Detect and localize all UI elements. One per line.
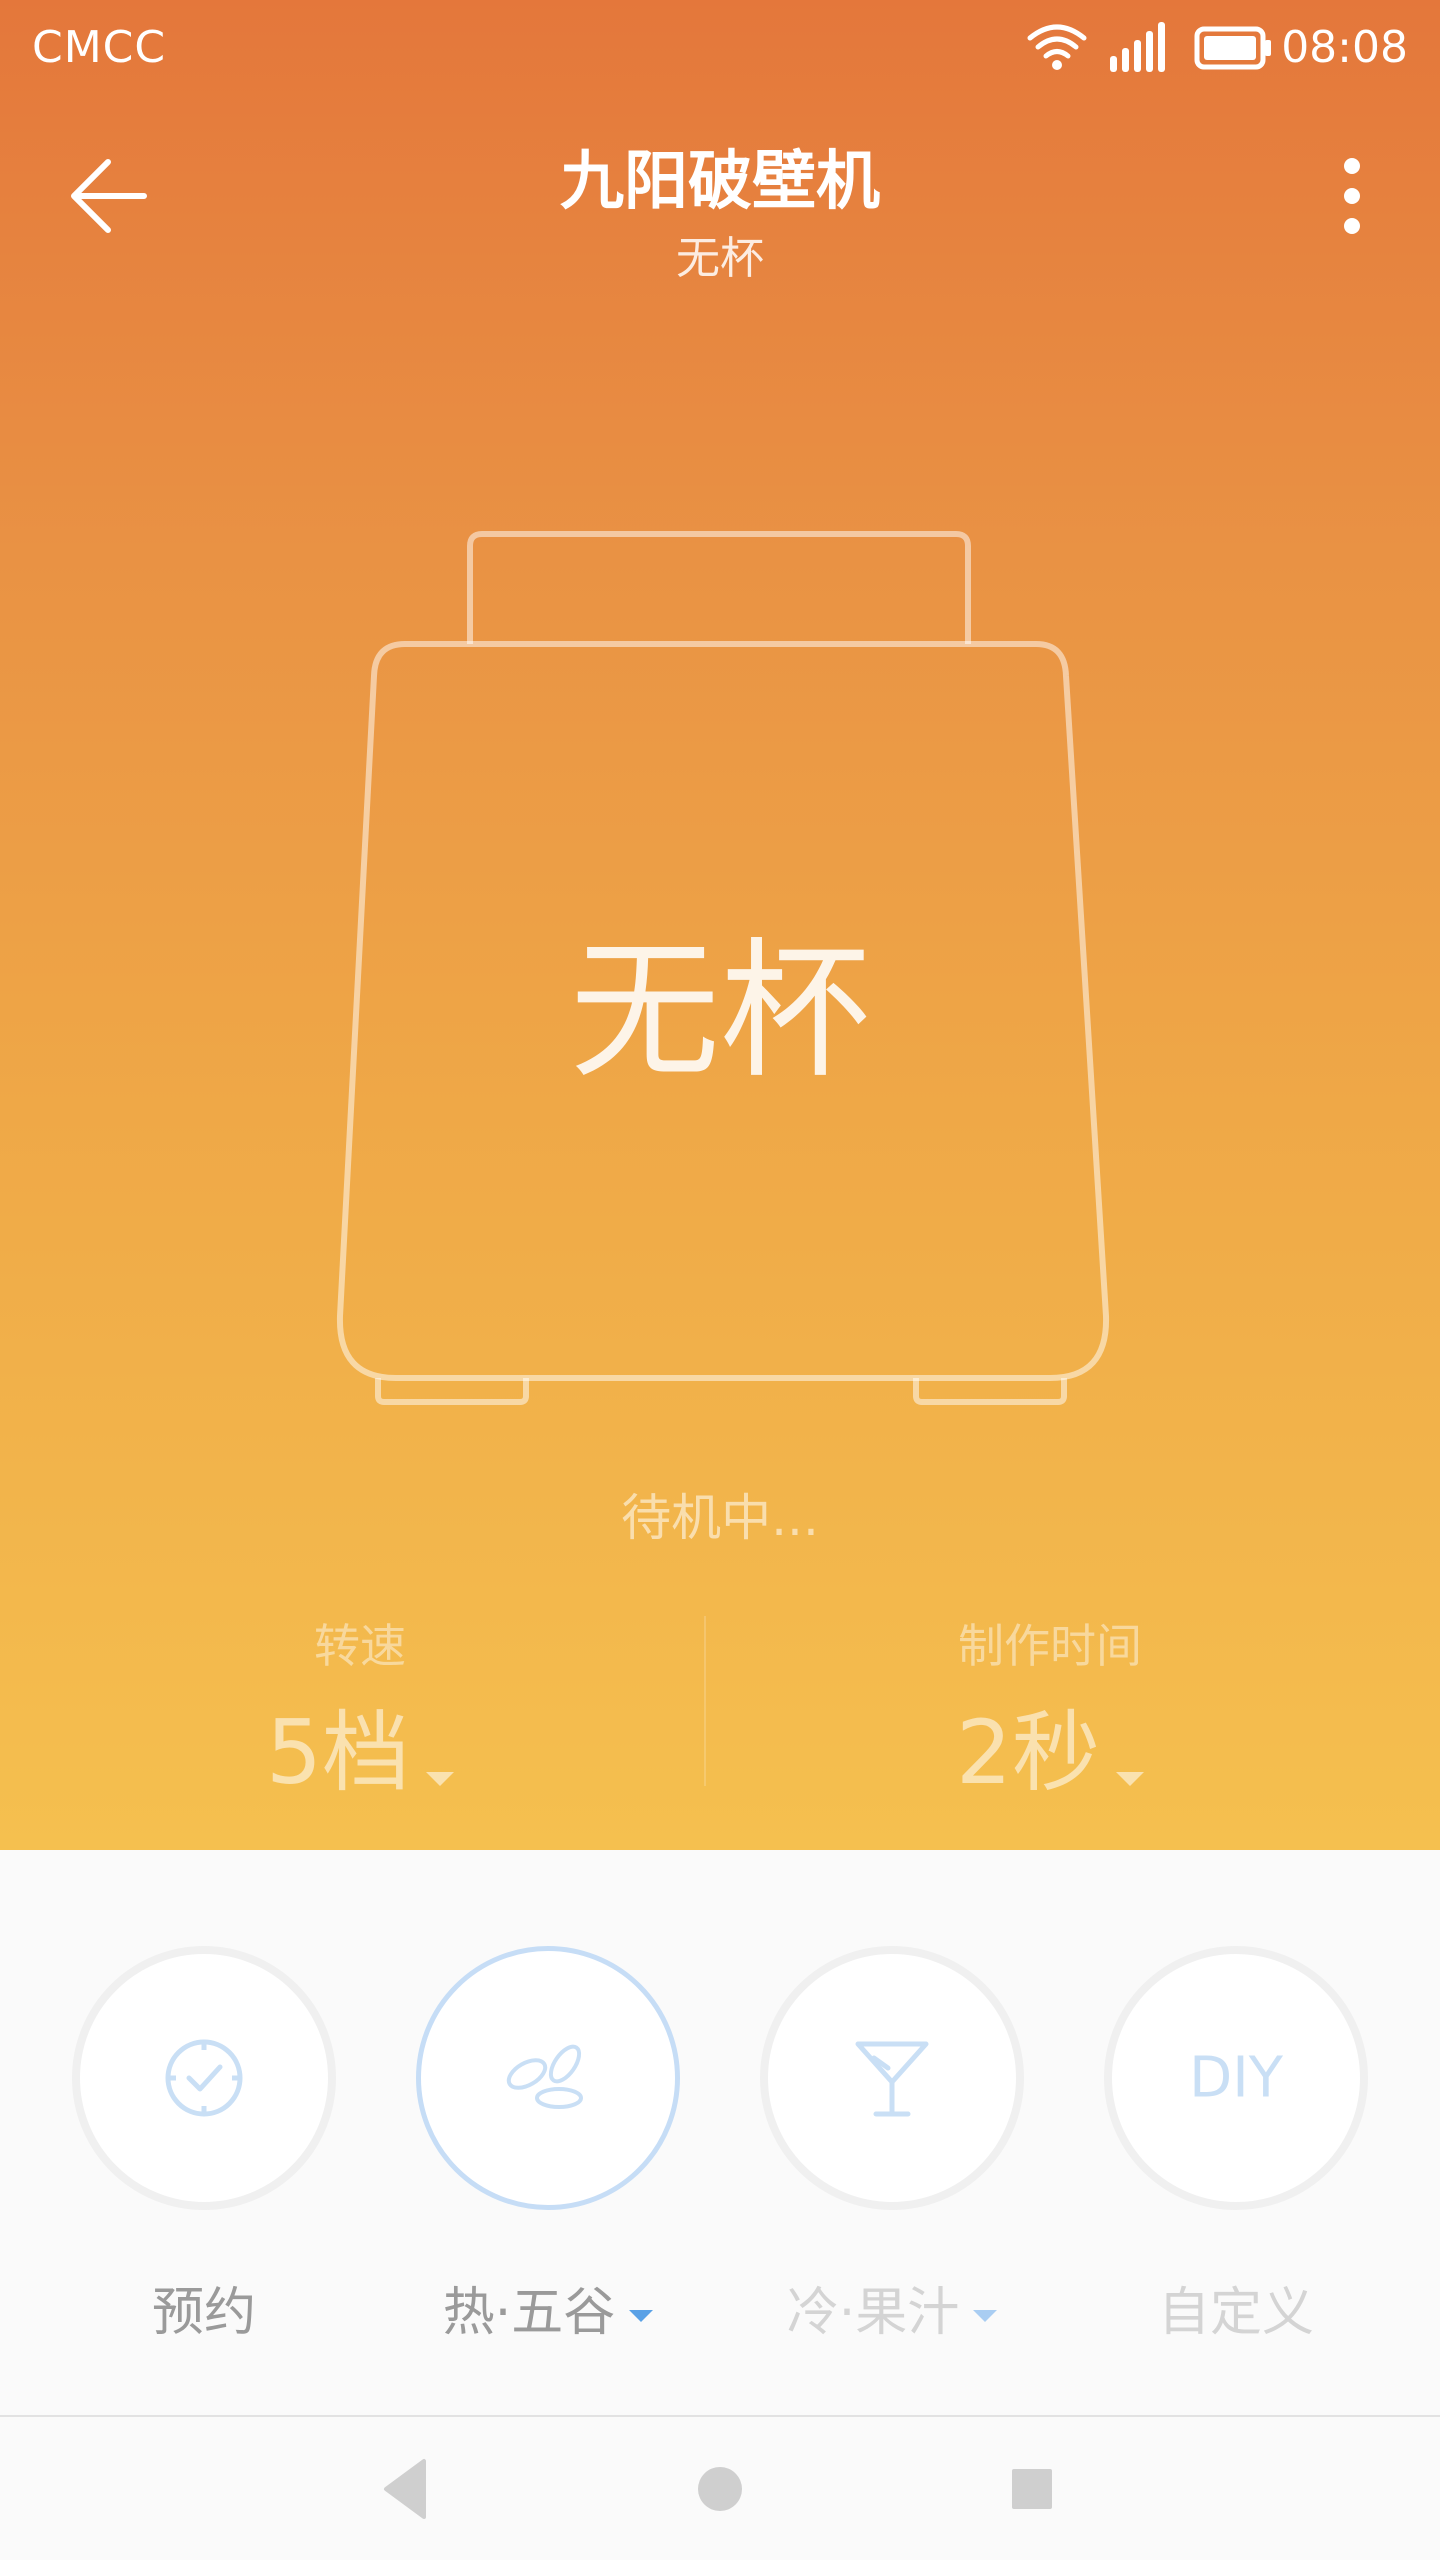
nav-home-button[interactable]	[684, 2453, 756, 2525]
carrier-label: CMCC	[32, 22, 167, 73]
square-recents-icon	[1012, 2469, 1052, 2509]
mode-panel: 预约 热·五谷 冷·果汁 DIY 自定义	[0, 1850, 1440, 2415]
dropdown-caret-icon	[629, 2310, 654, 2322]
dropdown-caret-icon	[973, 2310, 998, 2322]
mode-hot-grain-label: 热·五谷	[398, 2270, 698, 2345]
clock-label: 08:08	[1281, 22, 1408, 73]
time-value: 2秒	[956, 1701, 1100, 1804]
mode-cold-juice-circle[interactable]	[760, 1946, 1024, 2210]
triangle-back-icon	[384, 2459, 426, 2519]
dropdown-caret-icon	[426, 1771, 454, 1786]
time-selector[interactable]: 制作时间 2秒	[690, 1610, 1410, 1809]
page-title: 九阳破壁机	[560, 145, 880, 219]
mode-custom[interactable]: DIY 自定义	[1086, 1946, 1386, 2345]
clock-check-icon	[165, 2039, 243, 2117]
circle-home-icon	[698, 2467, 742, 2511]
system-nav-bar	[0, 2417, 1440, 2560]
signal-icon	[1108, 20, 1170, 78]
more-button[interactable]	[1322, 148, 1382, 244]
mode-hot-grain[interactable]: 热·五谷	[398, 1946, 698, 2345]
mode-schedule-label: 预约	[151, 2283, 256, 2343]
diy-icon: DIY	[1189, 2045, 1283, 2111]
nav-back-button[interactable]	[372, 2453, 444, 2525]
wifi-icon	[1026, 20, 1088, 76]
cocktail-glass-icon	[855, 2041, 929, 2117]
grain-icon	[506, 2044, 583, 2109]
mode-schedule[interactable]: 预约	[54, 1946, 354, 2345]
speed-value: 5档	[266, 1701, 410, 1804]
mode-cold-juice-label: 冷·果汁	[742, 2270, 1042, 2345]
dropdown-caret-icon	[1116, 1771, 1144, 1786]
speed-selector[interactable]: 转速 5档	[0, 1610, 720, 1809]
mode-custom-circle[interactable]: DIY	[1104, 1946, 1368, 2210]
cup-status-label: 无杯	[569, 925, 870, 1099]
mode-custom-label: 自定义	[1157, 2283, 1314, 2343]
device-state-label: 待机中...	[621, 1489, 819, 1547]
battery-icon	[1194, 24, 1274, 76]
more-vertical-icon	[1344, 158, 1360, 234]
mode-schedule-circle[interactable]	[72, 1946, 336, 2210]
nav-recents-button[interactable]	[996, 2453, 1068, 2525]
speed-label: 转速	[314, 1619, 406, 1673]
time-label: 制作时间	[958, 1619, 1142, 1673]
mode-cold-juice[interactable]: 冷·果汁	[742, 1946, 1042, 2345]
page-subtitle: 无杯	[676, 233, 764, 284]
mode-hot-grain-circle[interactable]	[416, 1946, 680, 2210]
status-bar: CMCC 08:08	[0, 0, 1440, 96]
